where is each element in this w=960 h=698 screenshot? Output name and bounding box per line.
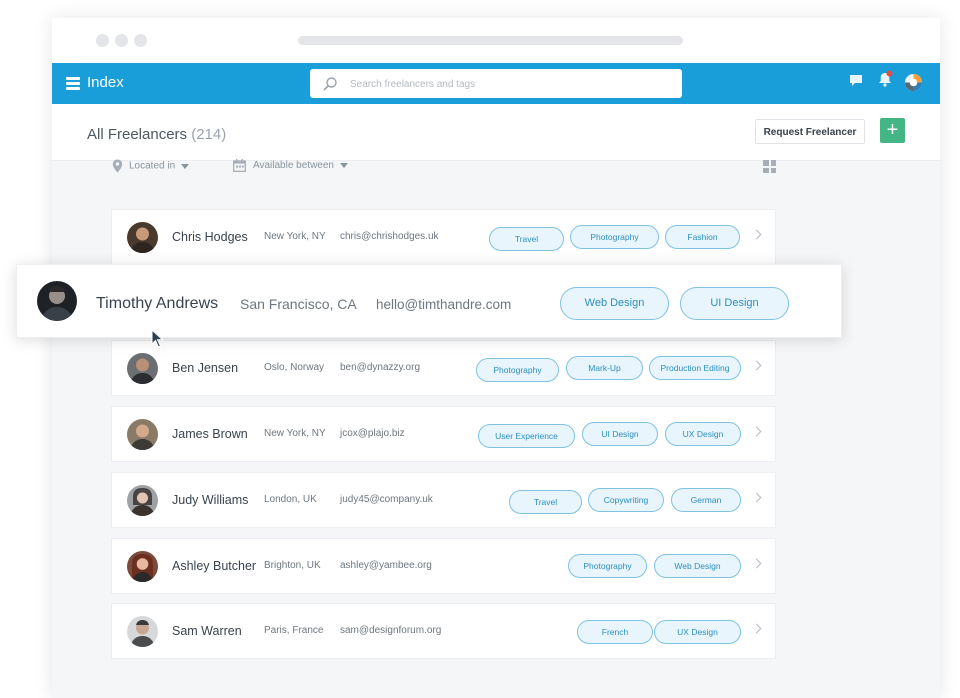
address-bar[interactable]	[298, 36, 683, 45]
chevron-right-icon[interactable]	[751, 492, 762, 503]
search-icon	[323, 77, 337, 91]
freelancer-location: San Francisco, CA	[240, 296, 357, 312]
chevron-right-icon[interactable]	[751, 558, 762, 569]
page-title-text: All Freelancers	[87, 126, 188, 143]
chevron-down-icon	[181, 163, 190, 169]
tag-photography[interactable]: Photography	[568, 554, 647, 578]
freelancer-location: Brighton, UK	[264, 560, 321, 571]
freelancer-location: New York, NY	[264, 231, 326, 242]
tag-travel[interactable]: Travel	[509, 490, 582, 514]
app-title[interactable]: Index	[87, 74, 124, 91]
tag-travel[interactable]: Travel	[489, 227, 564, 251]
tag-ui-design[interactable]: UI Design	[680, 287, 789, 320]
mouse-cursor-icon	[151, 329, 164, 348]
chevron-right-icon[interactable]	[751, 360, 762, 371]
freelancer-email[interactable]: jcox@plajo.biz	[340, 428, 405, 439]
window-close-dot[interactable]	[96, 34, 109, 47]
freelancer-name: Judy Williams	[172, 493, 249, 507]
notification-bell-icon[interactable]	[876, 70, 894, 88]
tag-photography[interactable]: Photography	[570, 225, 659, 249]
hamburger-menu-icon[interactable]	[66, 77, 80, 90]
tag-production-editing[interactable]: Production Editing	[649, 356, 741, 380]
tag-fashion[interactable]: Fashion	[665, 225, 740, 249]
freelancer-name: Chris Hodges	[172, 230, 248, 244]
freelancer-count: (214)	[191, 126, 227, 143]
calendar-icon	[233, 159, 246, 172]
availability-filter-label: Available between	[253, 160, 334, 172]
freelancer-name: Sam Warren	[172, 624, 242, 638]
chevron-down-icon	[340, 163, 348, 168]
tag-ui-design[interactable]: UI Design	[582, 422, 658, 446]
freelancer-email[interactable]: judy45@company.uk	[340, 494, 433, 505]
avatar	[127, 551, 158, 582]
tag-mark-up[interactable]: Mark-Up	[566, 356, 643, 380]
tag-web-design[interactable]: Web Design	[560, 287, 669, 320]
freelancer-email[interactable]: chris@chrishodges.uk	[340, 231, 439, 242]
tag-web-design[interactable]: Web Design	[654, 554, 741, 578]
freelancer-row[interactable]: Sam Warren Paris, France sam@designforum…	[111, 603, 776, 659]
window-minimize-dot[interactable]	[115, 34, 128, 47]
chevron-right-icon[interactable]	[751, 229, 762, 240]
add-freelancer-button[interactable]: +	[880, 118, 905, 143]
chevron-right-icon[interactable]	[751, 426, 762, 437]
tag-ux-design[interactable]: UX Design	[654, 620, 741, 644]
tag-user-experience[interactable]: User Experience	[478, 424, 575, 448]
chat-icon[interactable]	[848, 72, 864, 88]
freelancer-location: London, UK	[264, 494, 317, 505]
freelancer-name: Ben Jensen	[172, 361, 239, 375]
freelancer-email[interactable]: ben@dynazzy.org	[340, 362, 420, 373]
grid-view-icon[interactable]	[763, 160, 776, 173]
location-filter[interactable]: Located in	[112, 159, 190, 173]
freelancer-name: Timothy Andrews	[96, 295, 219, 312]
freelancer-row[interactable]: Judy Williams London, UK judy45@company.…	[111, 472, 776, 528]
tag-copywriting[interactable]: Copywriting	[588, 488, 664, 512]
freelancer-row[interactable]: Chris Hodges New York, NY chris@chrishod…	[111, 209, 776, 265]
freelancer-name: Ashley Butcher	[172, 559, 257, 573]
freelancer-location: New York, NY	[264, 428, 326, 439]
freelancer-name: James Brown	[172, 427, 248, 441]
location-filter-label: Located in	[129, 160, 176, 172]
avatar	[127, 419, 158, 450]
location-pin-icon	[112, 159, 123, 173]
freelancer-email[interactable]: hello@timthandre.com	[376, 297, 511, 312]
freelancer-row-highlighted[interactable]: Timothy Andrews San Francisco, CA hello@…	[16, 264, 842, 338]
request-freelancer-button[interactable]: Request Freelancer	[755, 119, 865, 144]
tag-french[interactable]: French	[577, 620, 653, 644]
user-avatar-icon[interactable]	[904, 73, 923, 92]
filter-bar: Located in Available between	[111, 159, 777, 177]
avatar	[127, 353, 158, 384]
browser-titlebar	[52, 18, 940, 63]
tag-ux-design[interactable]: UX Design	[665, 422, 741, 446]
freelancer-email[interactable]: ashley@yambee.org	[340, 560, 432, 571]
freelancer-location: Oslo, Norway	[264, 362, 325, 373]
freelancer-row[interactable]: James Brown New York, NY jcox@plajo.biz …	[111, 406, 776, 462]
freelancer-location: Paris, France	[264, 625, 324, 636]
chevron-right-icon[interactable]	[751, 623, 762, 634]
avatar	[127, 222, 158, 253]
avatar	[127, 616, 158, 647]
search-input[interactable]	[348, 74, 672, 94]
availability-filter[interactable]: Available between	[233, 159, 348, 172]
avatar	[37, 281, 77, 321]
page-title: All Freelancers (214)	[87, 126, 226, 143]
freelancer-row[interactable]: Ben Jensen Oslo, Norway ben@dynazzy.org …	[111, 340, 776, 396]
tag-photography[interactable]: Photography	[476, 358, 559, 382]
window-maximize-dot[interactable]	[134, 34, 147, 47]
avatar	[127, 485, 158, 516]
freelancer-row[interactable]: Ashley Butcher Brighton, UK ashley@yambe…	[111, 538, 776, 594]
page-header: All Freelancers (214) Request Freelancer…	[52, 104, 940, 161]
search-box[interactable]	[310, 69, 682, 98]
freelancer-email[interactable]: sam@designforum.org	[340, 625, 441, 636]
tag-german[interactable]: German	[671, 488, 741, 512]
app-bar: Index	[52, 63, 940, 104]
